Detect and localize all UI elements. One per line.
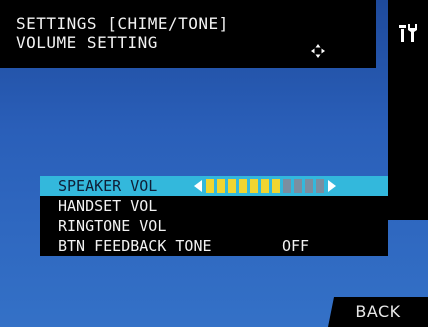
four-way-arrows-icon: [311, 44, 325, 58]
volume-segment-empty: [305, 179, 313, 193]
tools-icon[interactable]: [397, 22, 419, 44]
volume-segment-filled: [228, 179, 236, 193]
lcd-screen: SETTINGS [CHIME/TONE] VOLUME SETTING SPE…: [0, 0, 428, 327]
menu-item-speaker-vol[interactable]: SPEAKER VOL: [40, 176, 388, 196]
settings-breadcrumb: SETTINGS [CHIME/TONE]: [16, 14, 229, 33]
volume-decrease-arrow-icon[interactable]: [194, 180, 202, 192]
menu-item-ringtone-vol[interactable]: RINGTONE VOL: [40, 216, 388, 236]
volume-segment-empty: [283, 179, 291, 193]
volume-segment-filled: [217, 179, 225, 193]
volume-segment-filled: [250, 179, 258, 193]
volume-segment-filled: [239, 179, 247, 193]
speaker-volume-slider[interactable]: [194, 178, 336, 194]
volume-increase-arrow-icon[interactable]: [328, 180, 336, 192]
volume-segment-filled: [261, 179, 269, 193]
menu-item-label: RINGTONE VOL: [58, 217, 167, 235]
volume-segment-filled: [206, 179, 214, 193]
volume-level-track: [206, 179, 324, 193]
menu-item-label: SPEAKER VOL: [58, 177, 158, 195]
menu-item-btn-feedback-tone[interactable]: BTN FEEDBACK TONE OFF: [40, 236, 388, 256]
volume-segment-filled: [272, 179, 280, 193]
menu-item-label: BTN FEEDBACK TONE: [58, 237, 212, 255]
feedback-tone-value: OFF: [282, 237, 310, 255]
back-button[interactable]: BACK: [328, 297, 428, 327]
menu-item-label: HANDSET VOL: [58, 197, 158, 215]
volume-segment-empty: [316, 179, 324, 193]
volume-segment-empty: [294, 179, 302, 193]
volume-menu: SPEAKER VOL HANDSET VOL RINGTONE VOL BTN…: [40, 176, 388, 256]
menu-item-handset-vol[interactable]: HANDSET VOL: [40, 196, 388, 216]
